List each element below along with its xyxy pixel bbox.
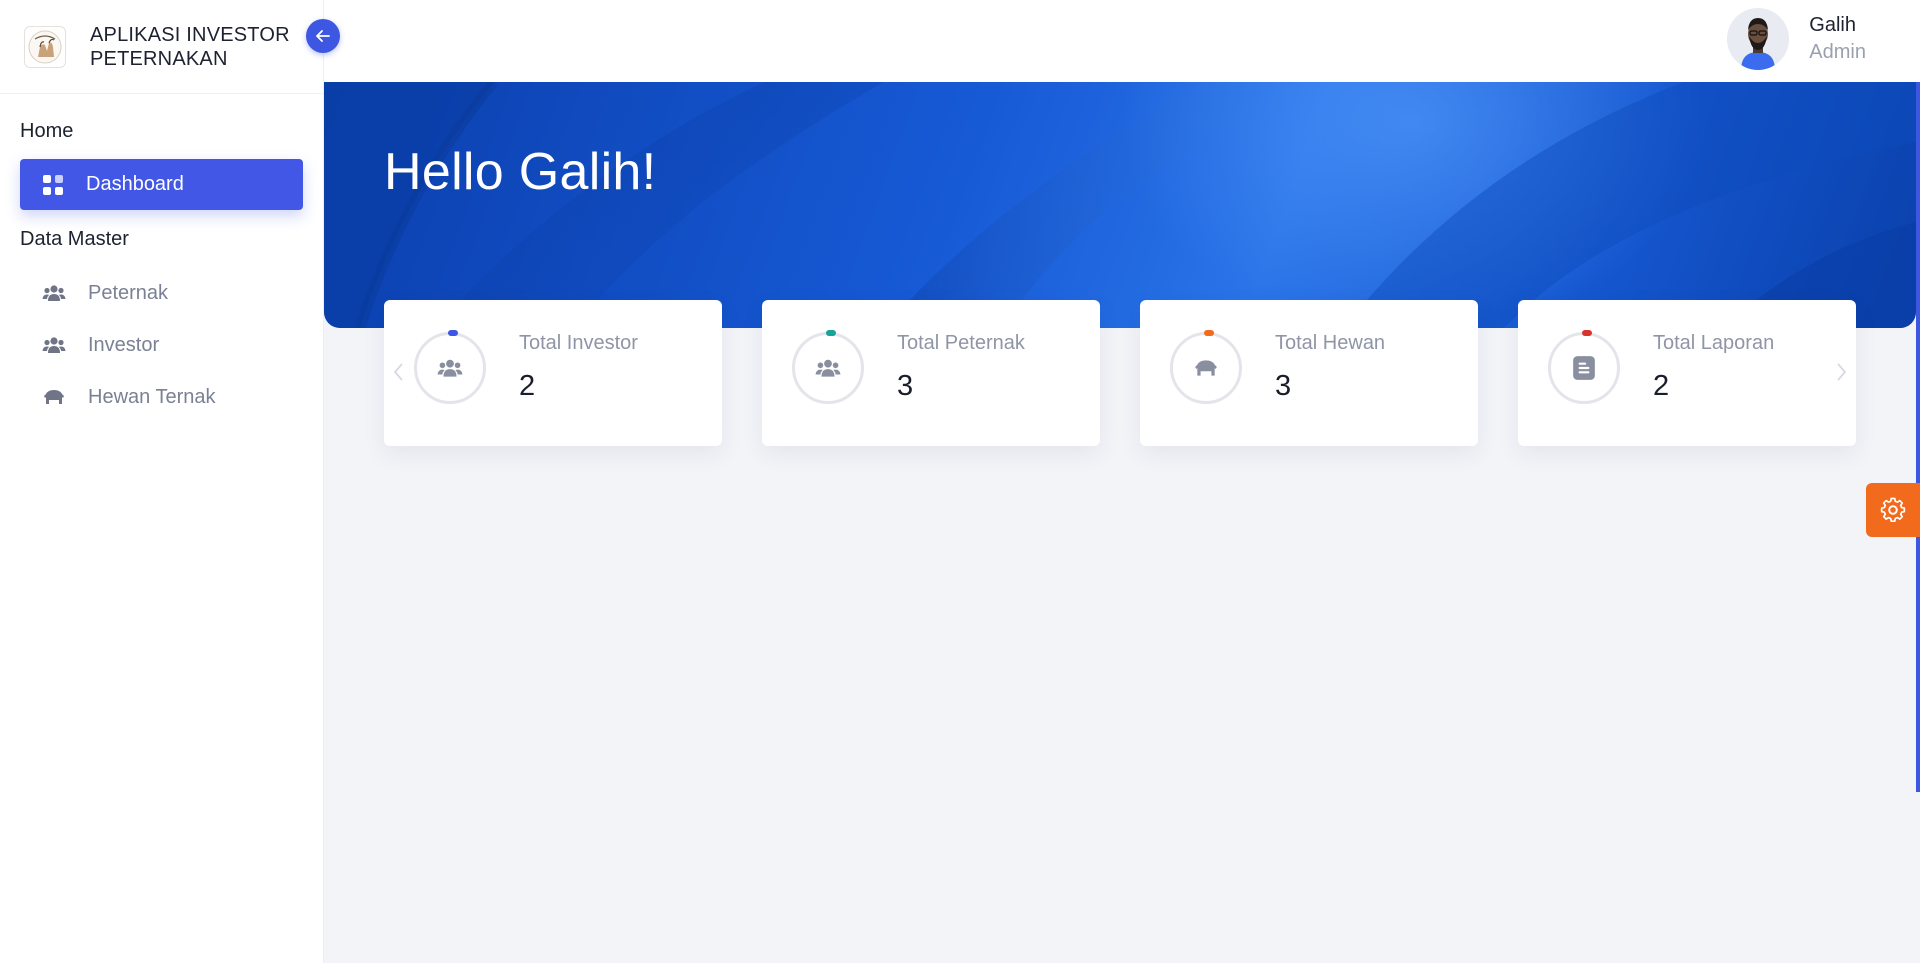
card-icon-ring — [1170, 330, 1242, 404]
sidebar-item-label: Hewan Ternak — [88, 385, 216, 408]
stat-card-hewan[interactable]: Total Hewan 3 — [1140, 300, 1478, 446]
card-accent-dot — [448, 330, 458, 336]
card-title: Total Hewan — [1275, 332, 1386, 354]
card-title: Total Investor — [519, 332, 638, 354]
settings-button[interactable] — [1866, 483, 1920, 537]
sidebar-item-investor[interactable]: Investor — [0, 319, 323, 371]
users-icon — [815, 359, 841, 377]
card-value: 2 — [519, 370, 536, 402]
dashboard-icon — [43, 174, 63, 195]
animal-icon — [44, 390, 64, 404]
stats-carousel: Total Investor 2 Total Peternak 3 Total … — [384, 300, 1856, 446]
card-title: Total Laporan — [1653, 332, 1775, 354]
stat-card-investor[interactable]: Total Investor 2 — [384, 300, 722, 446]
card-icon-ring — [792, 330, 864, 404]
sidebar-item-hewan-ternak[interactable]: Hewan Ternak — [0, 371, 323, 423]
user-role: Admin — [1809, 41, 1866, 63]
arrow-left-icon — [316, 30, 330, 42]
carousel-next-icon[interactable] — [1836, 362, 1848, 382]
greeting-title: Hello Galih! — [384, 143, 657, 201]
sidebar: APLIKASI INVESTOR PETERNAKAN Home Dashbo… — [0, 0, 340, 963]
stat-card-peternak[interactable]: Total Peternak 3 — [762, 300, 1100, 446]
hero-wave-decoration — [324, 82, 1916, 328]
users-icon — [42, 337, 66, 353]
carousel-prev-icon[interactable] — [392, 362, 404, 382]
sidebar-item-label: Dashboard — [86, 173, 184, 195]
users-icon — [42, 285, 66, 301]
report-icon — [1573, 356, 1595, 380]
card-title: Total Peternak — [897, 332, 1025, 354]
card-value: 3 — [897, 370, 914, 402]
brand: APLIKASI INVESTOR PETERNAKAN — [0, 0, 340, 94]
hero-banner: Hello Galih! — [324, 82, 1916, 328]
sidebar-item-label: Investor — [88, 333, 160, 356]
card-accent-dot — [826, 330, 836, 336]
avatar[interactable] — [1727, 8, 1790, 70]
top-bar: Galih Admin — [324, 0, 1920, 82]
collapse-sidebar-button[interactable] — [306, 19, 340, 53]
card-icon-ring — [1548, 330, 1620, 404]
menu-section-data-master: Data Master — [20, 228, 129, 250]
sidebar-item-dashboard[interactable]: Dashboard — [20, 159, 303, 210]
menu-section-home: Home — [20, 120, 74, 142]
card-value: 3 — [1275, 370, 1292, 402]
app-title: APLIKASI INVESTOR PETERNAKAN — [90, 23, 290, 70]
users-icon — [437, 359, 463, 377]
stat-card-laporan[interactable]: Total Laporan 2 — [1518, 300, 1856, 446]
page-scrollbar[interactable] — [1916, 82, 1920, 792]
card-value: 2 — [1653, 370, 1670, 402]
user-menu[interactable]: Galih Admin — [1727, 8, 1866, 70]
app-logo[interactable] — [24, 25, 66, 68]
card-icon-ring — [414, 330, 486, 404]
user-name: Galih — [1809, 14, 1856, 36]
sidebar-item-label: Peternak — [88, 281, 169, 304]
card-accent-dot — [1582, 330, 1592, 336]
sidebar-item-peternak[interactable]: Peternak — [0, 267, 323, 319]
animal-icon — [1195, 360, 1217, 376]
card-accent-dot — [1204, 330, 1214, 336]
gear-icon — [1880, 497, 1906, 523]
